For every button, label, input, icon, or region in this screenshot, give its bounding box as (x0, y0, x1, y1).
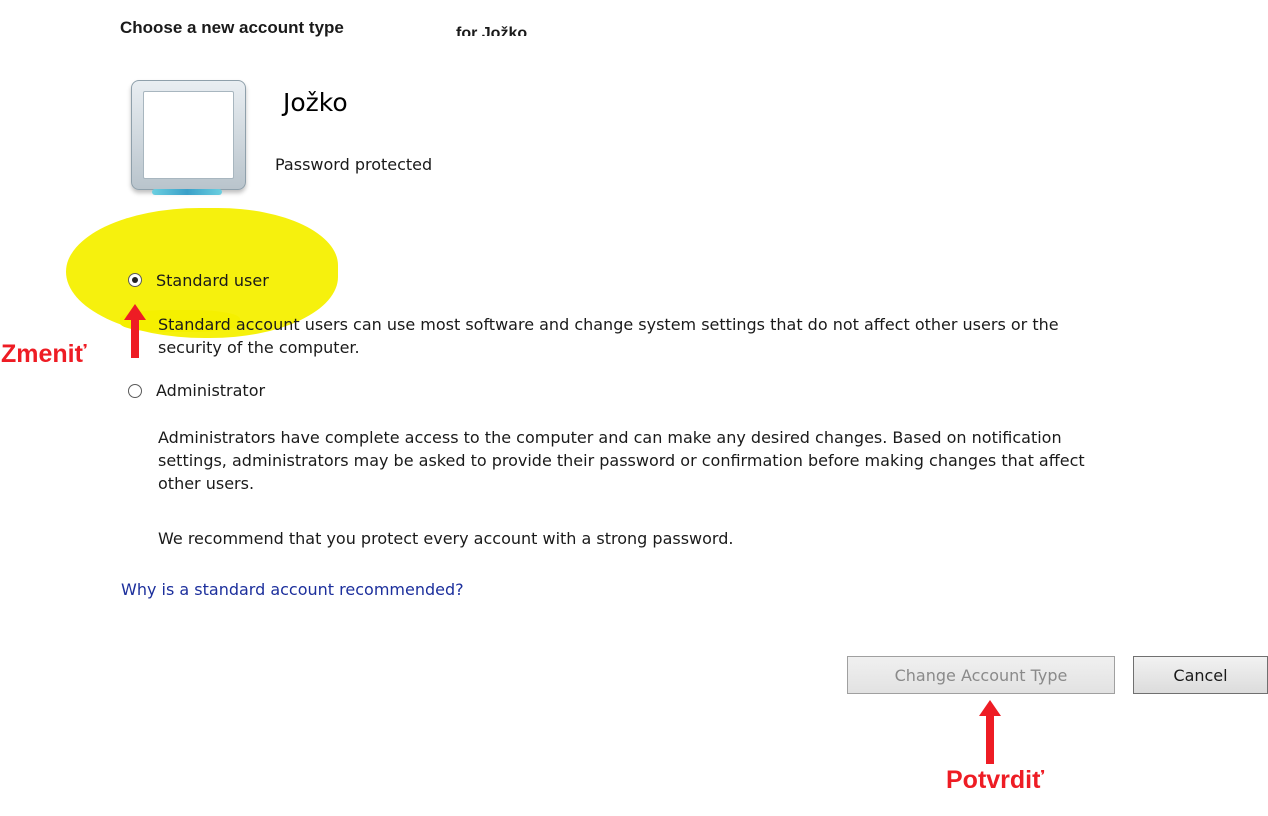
standard-user-description-line1: Standard account users can use most soft… (158, 315, 1059, 334)
password-recommendation: We recommend that you protect every acco… (158, 529, 734, 548)
page-title-suffix: for Jožko (456, 25, 528, 36)
standard-user-label[interactable]: Standard user (156, 271, 269, 290)
confirm-hint-label: Potvrdiť (946, 766, 1045, 794)
radio-selected-dot (132, 277, 138, 283)
administrator-description-line1: Administrators have complete access to t… (158, 428, 1062, 447)
standard-user-description-line2: security of the computer. (158, 338, 360, 357)
page-title: Choose a new account type (120, 18, 344, 37)
cancel-button[interactable]: Cancel (1133, 656, 1268, 694)
confirm-arrow-shaft (986, 714, 994, 764)
avatar-picture (143, 91, 234, 179)
administrator-description-line2: settings, administrators may be asked to… (158, 451, 1085, 470)
change-hint-label: Zmeniť (1, 340, 87, 368)
avatar-glow (152, 189, 222, 195)
change-arrow-shaft (131, 318, 139, 358)
administrator-radio[interactable] (128, 384, 142, 398)
account-status: Password protected (275, 155, 433, 174)
administrator-label[interactable]: Administrator (156, 381, 265, 400)
account-name: Jožko (283, 88, 348, 117)
standard-user-radio[interactable] (128, 273, 142, 287)
why-standard-account-link[interactable]: Why is a standard account recommended? (121, 580, 464, 599)
user-avatar (131, 80, 246, 195)
administrator-description-line3: other users. (158, 474, 255, 493)
change-account-type-button[interactable]: Change Account Type (847, 656, 1115, 694)
